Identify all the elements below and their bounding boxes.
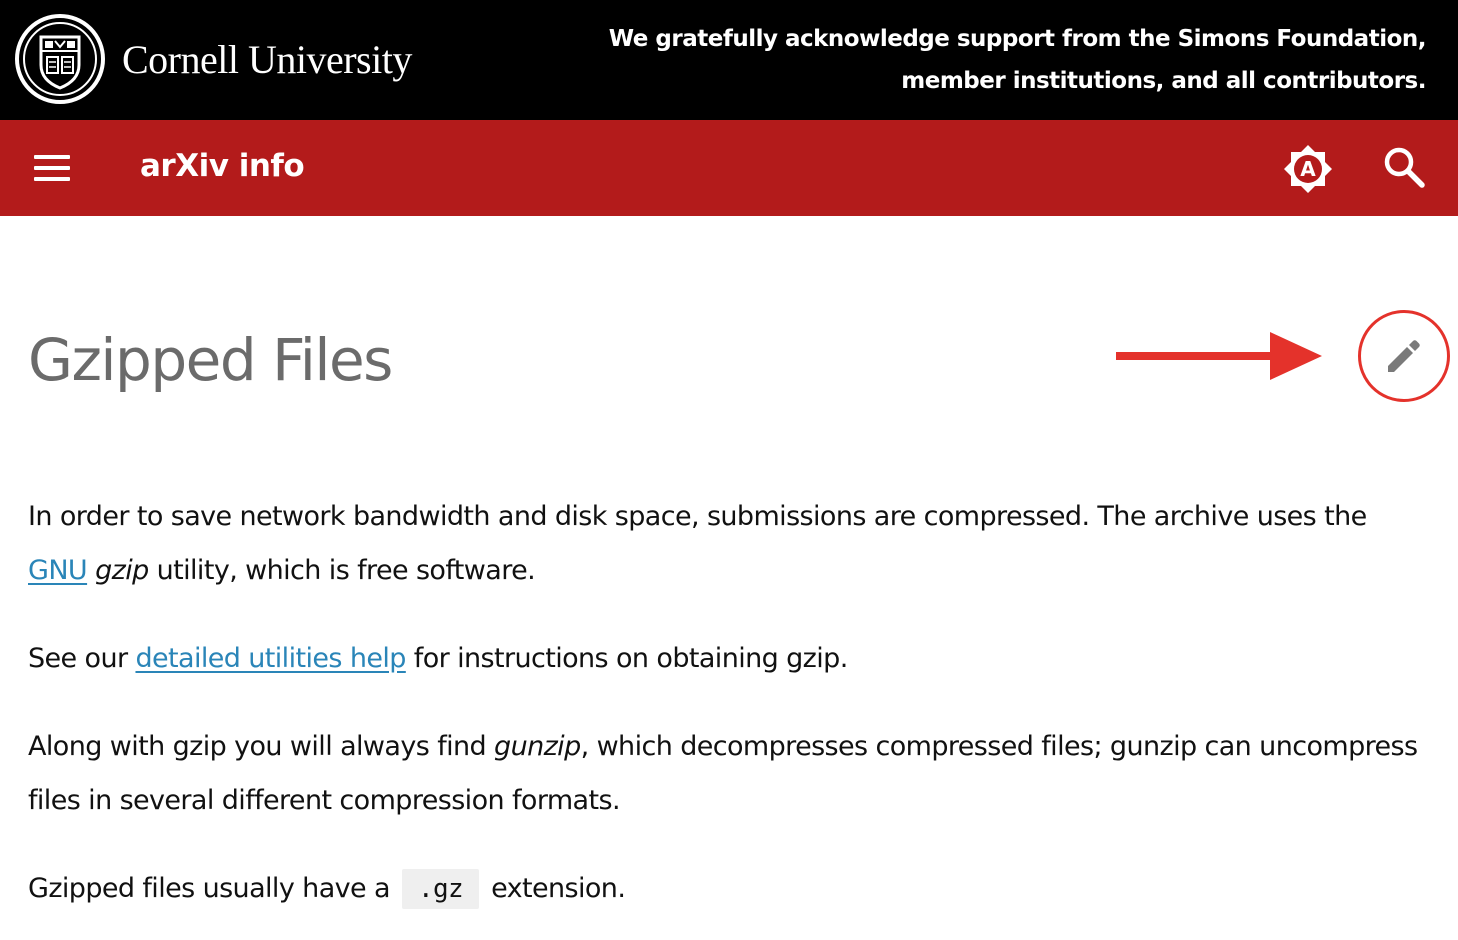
utilities-help-link[interactable]: detailed utilities help [135, 643, 406, 674]
menu-bar [34, 155, 70, 159]
annotation-arrow-icon [1116, 332, 1322, 380]
navbar: arXiv info [0, 120, 1458, 216]
contrast-toggle-icon[interactable]: A [1283, 144, 1333, 194]
support-line-2: member institutions, and all contributor… [901, 68, 1426, 94]
top-banner: Cornell University We gratefully acknowl… [0, 0, 1458, 120]
menu-bar [34, 166, 70, 170]
paragraph-text: extension. [491, 873, 626, 904]
paragraph-text: See our [28, 643, 136, 674]
contrast-toggle-letter: A [1300, 157, 1316, 181]
gz-extension-code: .gz [401, 869, 480, 909]
paragraph-text: utility, which is free software. [148, 555, 536, 586]
paragraph-extension: Gzipped files usually have a .gz extensi… [28, 862, 1428, 916]
main-content: In order to save network bandwidth and d… [28, 490, 1428, 916]
search-icon[interactable] [1380, 143, 1428, 191]
menu-bar [34, 177, 70, 181]
gunzip-emphasis: gunzip [494, 731, 581, 762]
paragraph-intro: In order to save network bandwidth and d… [28, 490, 1428, 598]
paragraph-text: In order to save network bandwidth and d… [28, 501, 1367, 532]
paragraph-text: for instructions on obtaining gzip. [405, 643, 849, 674]
page-title: Gzipped Files [28, 326, 393, 394]
support-acknowledgement: We gratefully acknowledge support from t… [566, 18, 1427, 102]
menu-icon[interactable] [34, 155, 70, 181]
pencil-icon[interactable] [1380, 332, 1428, 380]
paragraph-text: Along with gzip you will always find [28, 731, 495, 762]
paragraph-utilities-help: See our detailed utilities help for inst… [28, 632, 1428, 686]
institution-name: Cornell University [122, 36, 412, 82]
site-title-link[interactable]: arXiv info [140, 148, 305, 184]
cornell-logo-link[interactable]: Cornell University [14, 13, 412, 105]
paragraph-gunzip: Along with gzip you will always find gun… [28, 720, 1428, 828]
paragraph-text: Gzipped files usually have a [28, 873, 391, 904]
support-line-1: We gratefully acknowledge support from t… [608, 26, 1427, 52]
gzip-emphasis: gzip [95, 555, 149, 586]
gnu-link[interactable]: GNU [28, 555, 88, 586]
cornell-seal-icon [15, 14, 105, 104]
